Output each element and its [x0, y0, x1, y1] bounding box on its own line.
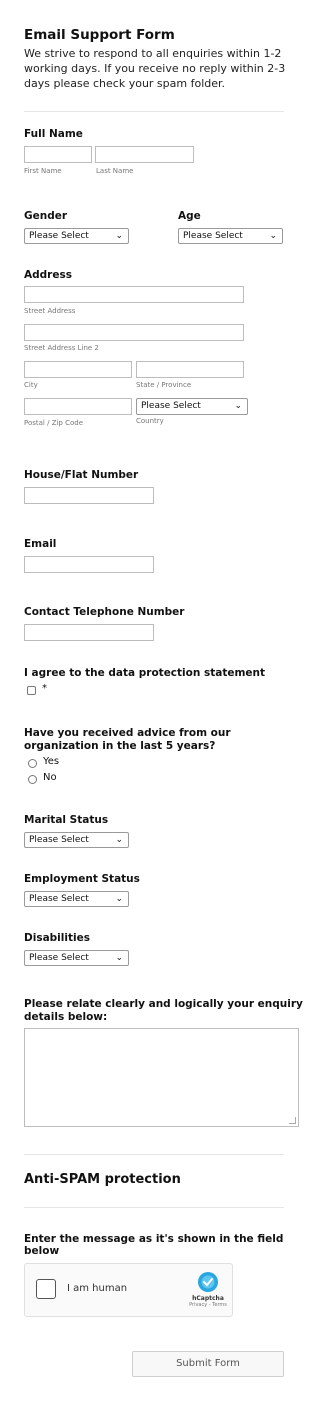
gender-select-value: Please Select: [29, 231, 89, 241]
disabilities-value: Please Select: [29, 953, 89, 963]
captcha-instruction-line2: below: [24, 1245, 60, 1257]
phone-input[interactable]: [24, 624, 154, 641]
agree-label: I agree to the data protection statement: [24, 667, 266, 679]
advice-label-line1: Have you received advice from our: [24, 727, 231, 739]
hcaptcha-widget: I am human hCaptcha Privacy - Terms: [24, 1263, 233, 1317]
submit-button[interactable]: Submit Form: [132, 1351, 284, 1377]
country-select[interactable]: Please Select ⌄: [136, 398, 248, 415]
chevron-down-icon: ⌄: [115, 953, 123, 963]
enquiry-label-line2: details below:: [24, 1011, 108, 1023]
chevron-down-icon: ⌄: [115, 894, 123, 904]
marital-status-select[interactable]: Please Select ⌄: [24, 832, 129, 848]
divider: [24, 1207, 284, 1208]
advice-no-label: No: [43, 772, 57, 783]
state-sublabel: State / Province: [136, 381, 192, 389]
antispam-title: Anti-SPAM protection: [24, 1172, 181, 1187]
advice-label-line2: organization in the last 5 years?: [24, 740, 216, 752]
advice-no-radio[interactable]: [28, 775, 37, 784]
country-sublabel: Country: [136, 417, 164, 425]
chevron-down-icon: ⌄: [115, 231, 123, 241]
email-support-form: Email Support Form We strive to respond …: [0, 0, 310, 1402]
captcha-checkbox[interactable]: [36, 1279, 56, 1299]
email-input[interactable]: [24, 556, 154, 573]
last-name-sublabel: Last Name: [96, 167, 134, 175]
city-sublabel: City: [24, 381, 38, 389]
full-name-label: Full Name: [24, 128, 83, 140]
captcha-label: I am human: [67, 1283, 128, 1294]
age-select-value: Please Select: [183, 231, 243, 241]
marital-status-value: Please Select: [29, 835, 89, 845]
hcaptcha-brand: hCaptcha: [192, 1295, 224, 1302]
last-name-input[interactable]: [95, 146, 194, 163]
hcaptcha-links[interactable]: Privacy - Terms: [185, 1302, 231, 1308]
address-label: Address: [24, 269, 72, 281]
first-name-input[interactable]: [24, 146, 92, 163]
hcaptcha-logo-icon: [198, 1272, 218, 1292]
agree-checkbox[interactable]: [27, 686, 36, 695]
divider: [24, 1154, 284, 1155]
form-title: Email Support Form: [24, 27, 175, 43]
country-select-value: Please Select: [141, 401, 201, 411]
advice-yes-label: Yes: [43, 756, 60, 767]
street-address-input[interactable]: [24, 286, 244, 303]
chevron-down-icon: ⌄: [269, 231, 277, 241]
gender-select[interactable]: Please Select ⌄: [24, 228, 129, 244]
state-input[interactable]: [136, 361, 244, 378]
street-address-2-sublabel: Street Address Line 2: [24, 344, 99, 352]
postal-code-input[interactable]: [24, 398, 132, 415]
chevron-down-icon: ⌄: [234, 401, 242, 411]
house-number-input[interactable]: [24, 487, 154, 504]
age-select[interactable]: Please Select ⌄: [178, 228, 283, 244]
enquiry-textarea[interactable]: [24, 1028, 299, 1127]
street-address-sublabel: Street Address: [24, 307, 76, 315]
gender-label: Gender: [24, 210, 68, 222]
phone-label: Contact Telephone Number: [24, 606, 185, 618]
city-input[interactable]: [24, 361, 132, 378]
divider: [24, 111, 284, 112]
street-address-2-input[interactable]: [24, 324, 244, 341]
captcha-instruction-line1: Enter the message as it's shown in the f…: [24, 1233, 284, 1245]
marital-status-label: Marital Status: [24, 814, 109, 826]
employment-status-value: Please Select: [29, 894, 89, 904]
postal-code-sublabel: Postal / Zip Code: [24, 419, 84, 427]
email-label: Email: [24, 538, 57, 550]
house-number-label: House/Flat Number: [24, 469, 139, 481]
employment-status-select[interactable]: Please Select ⌄: [24, 891, 129, 907]
chevron-down-icon: ⌄: [115, 835, 123, 845]
form-intro: We strive to respond to all enquiries wi…: [24, 47, 286, 90]
resize-handle-icon[interactable]: [289, 1117, 296, 1124]
age-label: Age: [178, 210, 201, 222]
required-mark: *: [42, 683, 47, 694]
disabilities-select[interactable]: Please Select ⌄: [24, 950, 129, 966]
employment-status-label: Employment Status: [24, 873, 140, 885]
advice-yes-radio[interactable]: [28, 759, 37, 768]
enquiry-label-line1: Please relate clearly and logically your…: [24, 998, 303, 1010]
first-name-sublabel: First Name: [24, 167, 62, 175]
disabilities-label: Disabilities: [24, 932, 90, 944]
